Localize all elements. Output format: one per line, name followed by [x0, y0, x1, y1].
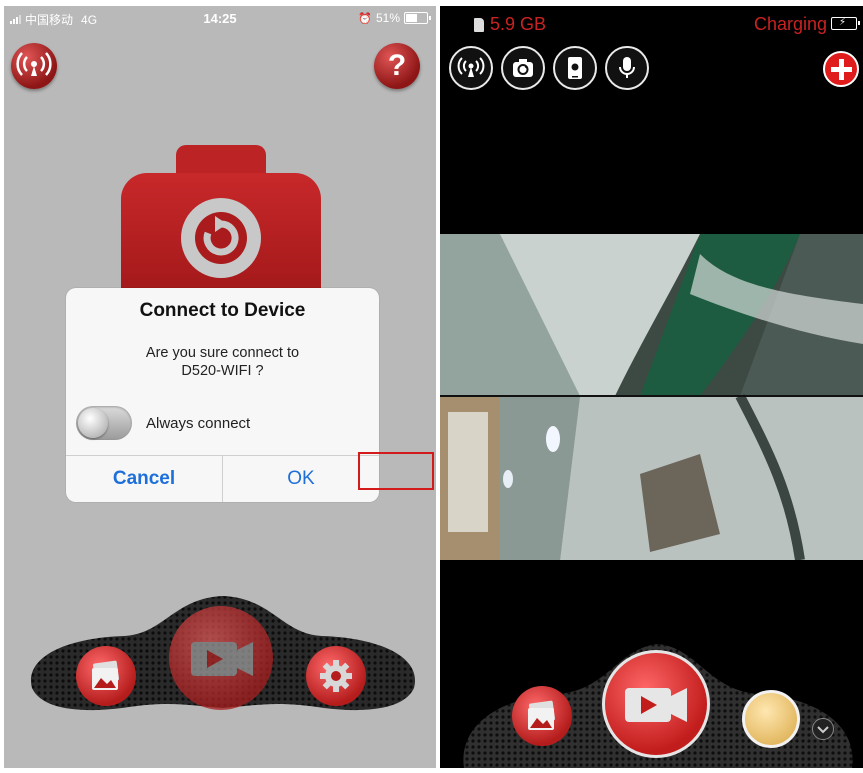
record-video-button[interactable] — [169, 606, 273, 710]
record-video-icon — [625, 688, 687, 722]
right-phone-screen: 5.9 GB Charging ⚡ — [440, 6, 863, 768]
settings-icon — [320, 660, 352, 692]
wifi-connect-button[interactable] — [11, 43, 57, 89]
switch-camera-button[interactable] — [501, 46, 545, 90]
microphone-button[interactable] — [605, 46, 649, 90]
camera-live-view — [440, 234, 863, 560]
always-connect-label: Always connect — [146, 414, 251, 432]
microphone-icon — [619, 57, 635, 78]
gallery-button[interactable] — [76, 646, 136, 706]
switch-camera-icon — [513, 59, 533, 77]
status-bar: 中国移动 4G 14:25 ⏰ 51% — [4, 6, 436, 30]
expand-button[interactable] — [812, 718, 834, 740]
left-phone-screen: 中国移动 4G 14:25 ⏰ 51% ? Connect to Device … — [4, 6, 436, 768]
connect-dialog: Connect to Device Are you sure connect t… — [66, 288, 379, 502]
phone-screen-button[interactable] — [553, 46, 597, 90]
help-button[interactable]: ? — [374, 43, 420, 89]
battery-percent: 51% — [375, 11, 400, 25]
sd-card-icon — [474, 17, 484, 32]
cancel-button[interactable]: Cancel — [66, 456, 223, 502]
battery-charging-icon: ⚡ — [831, 17, 860, 30]
battery-icon — [404, 12, 431, 24]
dialog-message-line1: Are you sure connect to — [145, 345, 300, 361]
dialog-message-line2: D520-WIFI ? — [181, 363, 264, 379]
wifi-icon — [16, 52, 52, 76]
charging-label: Charging — [753, 14, 827, 34]
ok-button[interactable]: OK — [223, 456, 379, 502]
wifi-button[interactable] — [449, 46, 493, 90]
alarm-icon: ⏰ — [358, 12, 372, 25]
storage-label: 5.9 GB — [490, 14, 547, 34]
camera-status-bar: 5.9 GB Charging ⚡ — [440, 12, 863, 34]
capture-button[interactable] — [742, 690, 800, 748]
phone-screen-icon — [568, 57, 582, 79]
record-video-button[interactable] — [602, 650, 710, 758]
wifi-icon — [457, 57, 485, 77]
dialog-title: Connect to Device — [139, 300, 306, 321]
gallery-icon — [528, 700, 556, 730]
always-connect-toggle[interactable] — [76, 406, 132, 440]
add-button[interactable] — [823, 51, 859, 87]
refresh-icon — [181, 198, 261, 278]
highlight-box — [358, 452, 434, 490]
record-video-icon — [191, 642, 253, 676]
chevron-down-icon — [817, 726, 829, 734]
gallery-button[interactable] — [512, 686, 572, 746]
gallery-icon — [92, 660, 120, 690]
settings-button[interactable] — [306, 646, 366, 706]
